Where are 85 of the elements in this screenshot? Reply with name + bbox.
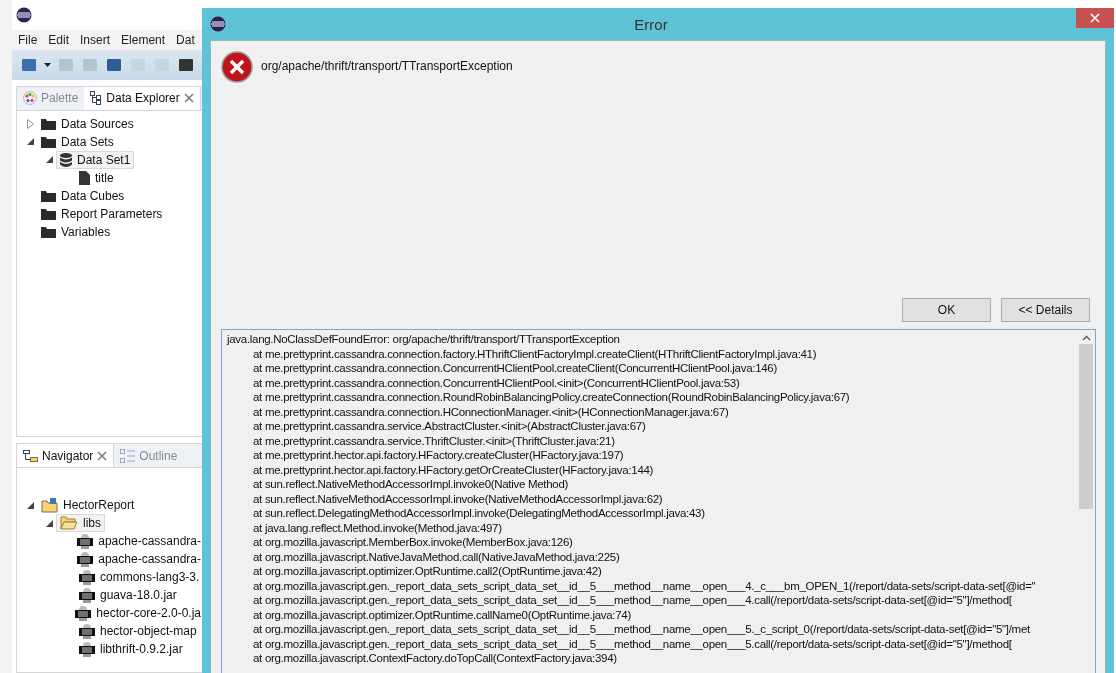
tree-item[interactable]: guava-18.0.jar bbox=[75, 586, 181, 605]
stack-trace-line: at me.prettyprint.cassandra.connection.HConnectionManager.<init>(HConnectionManager.java:67) bbox=[252, 404, 730, 419]
tree-item[interactable]: Report Parameters bbox=[37, 204, 167, 223]
tree-item[interactable]: libthrift-0.9.2.jar bbox=[75, 640, 187, 659]
stack-trace-line: at org.mozilla.javascript.NativeJavaMethod.call(NativeJavaMethod.java:225) bbox=[252, 549, 621, 564]
ok-button[interactable]: OK bbox=[902, 298, 991, 322]
tree-item[interactable]: HectorReport bbox=[37, 496, 139, 515]
stack-trace-line: at org.mozilla.javascript.gen._report_data_sets_script_data_set__id__5___method__name__open___5._c_script_0(/report/data-sets/script-data-set[@id="5"]/met bbox=[252, 622, 1031, 637]
stack-trace-line: at org.mozilla.javascript.gen._report_data_sets_script_data_set__id__5___method__name__open___4.call(/report/data-sets/script-data-set[@id="5"]/method[ bbox=[252, 593, 1013, 608]
stack-trace-line: at org.mozilla.javascript.MemberBox.invoke(MemberBox.java:126) bbox=[252, 535, 574, 550]
stack-trace-line: java.lang.NoClassDefFoundError: org/apache/thrift/transport/TTransportException bbox=[227, 332, 621, 347]
stack-trace-line: at org.mozilla.javascript.gen._report_data_sets_script_data_set__id__5___method__name__open___4._c___bm_OPEN_1(/report/data-sets/script-data-set[@id=" bbox=[252, 578, 1037, 593]
error-icon bbox=[221, 51, 253, 83]
menu-item[interactable]: Element bbox=[121, 32, 166, 47]
stack-trace-line: at java.lang.reflect.Method.invoke(Method.java:497) bbox=[252, 520, 503, 535]
menu-item[interactable]: Edit bbox=[48, 32, 70, 47]
close-icon[interactable] bbox=[97, 450, 108, 461]
stack-trace-line: at org.mozilla.javascript.optimizer.OptRuntime.call2(OptRuntime.java:42) bbox=[252, 564, 603, 579]
jar-icon bbox=[79, 587, 95, 603]
jar-icon bbox=[75, 605, 92, 621]
caret-icon[interactable] bbox=[44, 62, 51, 67]
error-message: org/apache/thrift/transport/TTransportException bbox=[261, 59, 513, 75]
open-folder-icon bbox=[60, 516, 78, 531]
folder-icon bbox=[41, 189, 56, 202]
expanded-arrow-icon[interactable] bbox=[45, 519, 53, 527]
stack-trace-line: at me.prettyprint.cassandra.connection.factory.HThriftClientFactoryImpl.createClient(HThriftClientFactoryImpl.java:41) bbox=[252, 346, 818, 361]
tree-item[interactable]: Variables bbox=[37, 222, 115, 241]
menu-item[interactable]: File bbox=[18, 32, 38, 47]
tree-item[interactable]: title bbox=[75, 168, 118, 187]
project-folder-icon bbox=[41, 497, 58, 513]
stack-trace-line: at me.prettyprint.hector.api.factory.HFactory.createCluster(HFactory.java:197) bbox=[252, 448, 625, 463]
folder-icon bbox=[41, 207, 56, 220]
tree-item[interactable]: Data Set1 bbox=[56, 150, 135, 169]
stack-trace-line: at org.mozilla.javascript.ContextFactory.doTopCall(ContextFactory.java:394) bbox=[252, 651, 618, 666]
jar-icon bbox=[79, 641, 95, 657]
tree-item[interactable]: libs bbox=[56, 514, 105, 533]
stack-trace-line: at me.prettyprint.cassandra.connection.ConcurrentHClientPool.<init>(ConcurrentHClientPool.java:53) bbox=[252, 375, 741, 390]
stack-trace-line: at me.prettyprint.cassandra.service.AbstractCluster.<init>(AbstractCluster.java:67) bbox=[252, 419, 647, 434]
details-button[interactable]: << Details bbox=[1001, 298, 1090, 322]
stack-trace-line: at me.prettyprint.cassandra.connection.ConcurrentHClientPool.createClient(ConcurrentHClientPool.java:146) bbox=[252, 361, 778, 376]
tree-item[interactable]: commons-lang3-3. bbox=[75, 568, 204, 587]
stack-trace-line: at sun.reflect.DelegatingMethodAccessorImpl.invoke(DelegatingMethodAccessorImpl.java:43) bbox=[252, 506, 706, 521]
stack-trace-line: at me.prettyprint.cassandra.service.ThriftCluster.<init>(ThriftCluster.java:21) bbox=[252, 433, 616, 448]
tree-item[interactable]: apache-cassandra- bbox=[73, 550, 205, 569]
stack-trace-line: at me.prettyprint.hector.api.factory.HFactory.getOrCreateCluster(HFactory.java:144) bbox=[252, 462, 655, 477]
folder-icon bbox=[41, 117, 56, 130]
expanded-arrow-icon[interactable] bbox=[45, 156, 53, 164]
menu-item[interactable]: Insert bbox=[80, 32, 111, 47]
panel-tab[interactable]: Navigator bbox=[17, 444, 115, 468]
stack-trace-line: at me.prettyprint.cassandra.connection.RoundRobinBalancingPolicy.createConnection(RoundRobinBalancingPolicy.java:67) bbox=[252, 390, 851, 405]
outline-icon bbox=[120, 448, 136, 463]
expanded-arrow-icon[interactable] bbox=[26, 501, 34, 509]
tree-item[interactable]: hector-object-map bbox=[75, 622, 201, 641]
eclipse-logo-icon bbox=[210, 16, 226, 32]
scrollbar-thumb[interactable] bbox=[1079, 344, 1093, 509]
details-text-area[interactable] bbox=[221, 329, 1096, 673]
folder-icon bbox=[41, 135, 56, 148]
jar-icon bbox=[77, 533, 94, 549]
database-icon bbox=[60, 152, 72, 167]
palette-icon bbox=[23, 91, 37, 106]
tree-item[interactable]: Data Cubes bbox=[37, 186, 129, 205]
tree-item[interactable]: apache-cassandra- bbox=[73, 532, 205, 551]
jar-icon bbox=[77, 551, 94, 567]
stack-trace-line: at org.mozilla.javascript.gen._report_data_sets_script_data_set__id__5___method__name__open___5.call(/report/data-sets/script-data-set[@id="5"]/method[ bbox=[252, 636, 1013, 651]
menu-item[interactable]: Dat bbox=[176, 32, 195, 47]
stack-trace-line: at sun.reflect.NativeMethodAccessorImpl.invoke(NativeMethodAccessorImpl.java:62) bbox=[252, 491, 664, 506]
eclipse-logo-icon bbox=[16, 6, 32, 23]
close-icon[interactable] bbox=[183, 93, 194, 104]
collapsed-arrow-icon[interactable] bbox=[26, 118, 34, 129]
stack-trace-line: at sun.reflect.NativeMethodAccessorImpl.invoke0(Native Method) bbox=[252, 477, 570, 492]
hierarchy-icon bbox=[23, 449, 38, 462]
scroll-up-icon[interactable] bbox=[1081, 335, 1091, 341]
stack-trace-line: at org.mozilla.javascript.optimizer.OptRuntime.callName0(OptRuntime.java:74) bbox=[252, 607, 632, 622]
dialog-title: Error bbox=[633, 15, 669, 33]
folder-icon bbox=[41, 225, 56, 238]
tree-item[interactable]: Data Sources bbox=[37, 114, 138, 133]
close-button[interactable] bbox=[1076, 8, 1114, 28]
jar-icon bbox=[79, 569, 95, 585]
tree-item[interactable]: hector-core-2.0-0.ja bbox=[71, 604, 205, 623]
panel-tab[interactable]: Data Explorer bbox=[84, 86, 201, 110]
jar-icon bbox=[79, 623, 95, 639]
hierarchy-icon bbox=[90, 91, 103, 106]
expanded-arrow-icon[interactable] bbox=[26, 138, 34, 146]
file-icon bbox=[79, 170, 90, 185]
tree-item[interactable]: Data Sets bbox=[37, 132, 118, 151]
